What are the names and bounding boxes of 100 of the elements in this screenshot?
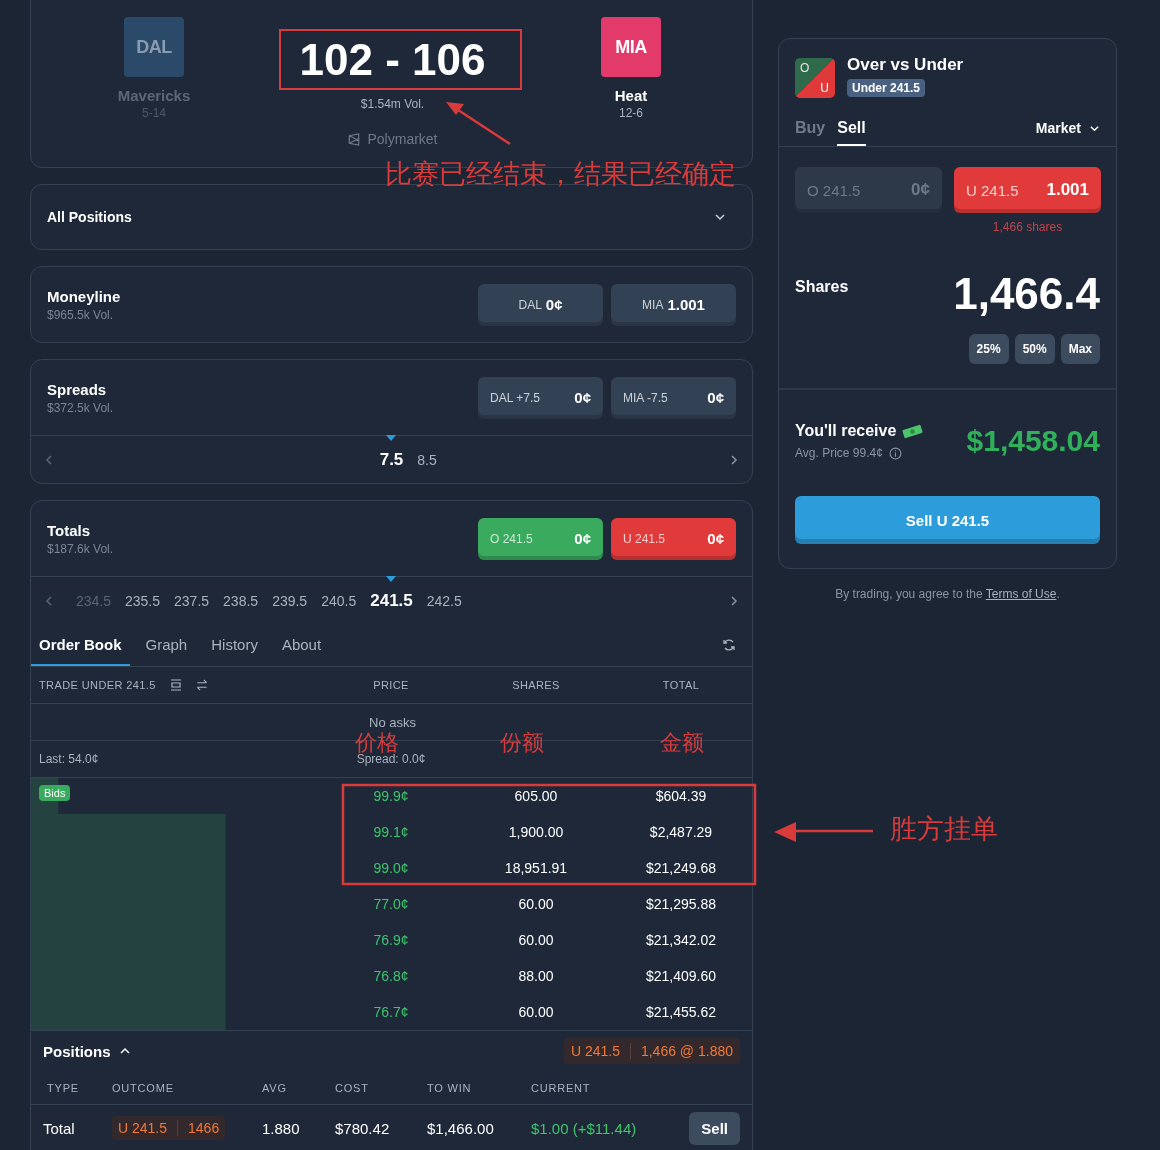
line-option[interactable]: 241.5 — [370, 590, 413, 610]
column-header: TOTAL — [661, 679, 701, 691]
total-cell-text: $604.39 — [654, 787, 708, 806]
tab[interactable]: Order Book — [31, 624, 130, 666]
price-cell-text: 99.9¢ — [372, 787, 410, 806]
team-record: 12-6 — [619, 106, 643, 120]
previous-icon — [43, 594, 55, 607]
column-header: SHARES — [511, 679, 561, 691]
annotation-text: 金额 — [660, 732, 704, 754]
volume-text: $187.6k Vol. — [47, 541, 114, 556]
cash-icon — [902, 423, 924, 439]
outcome-button[interactable]: U 241.5 1.001 — [954, 167, 1101, 213]
swap-icon[interactable] — [195, 679, 208, 691]
shares-cell-text: 60.00 — [517, 931, 555, 950]
quick-amount-button[interactable]: 50% — [1014, 334, 1055, 364]
total-cell-text: $21,409.60 — [644, 967, 718, 986]
column-header: TYPE — [46, 1081, 80, 1094]
order-type-dropdown[interactable]: Market — [1035, 120, 1100, 146]
line-option[interactable]: 235.5 — [125, 592, 161, 609]
tab[interactable]: Graph — [137, 624, 196, 666]
annotation-text: 价格 — [355, 732, 399, 754]
sell-button[interactable]: Sell — [689, 1111, 740, 1145]
column-header: CURRENT — [531, 1081, 592, 1094]
volume-text: $1.54m Vol. — [360, 97, 425, 111]
column-header: OUTCOME — [112, 1081, 175, 1094]
dropdown-label: All Positions — [47, 209, 132, 225]
line-option[interactable]: 238.5 — [223, 592, 259, 609]
price-cell-text: 76.9¢ — [372, 931, 410, 950]
total-cell-text: $2,487.29 — [648, 823, 714, 842]
price-cell-text: 76.8¢ — [372, 967, 410, 986]
price-cell-text: 77.0¢ — [372, 895, 410, 914]
column-header: PRICE — [372, 679, 410, 691]
quick-amount-button[interactable]: 25% — [968, 334, 1009, 364]
shares-cell-text: 88.00 — [517, 967, 555, 986]
score-text: 102 - 106 — [299, 37, 486, 82]
team-logo: DAL — [124, 17, 184, 77]
receive-label: You'll receive — [795, 422, 897, 440]
table-cell-text: 1.880 — [262, 1119, 301, 1137]
source-label: Polymarket — [367, 131, 438, 147]
outcome-tag: U 241.5 1466 — [112, 1116, 226, 1140]
arrow — [444, 100, 513, 147]
line-option[interactable]: 239.5 — [272, 592, 308, 609]
outcome-button[interactable]: MIA -7.5 0¢ — [611, 376, 736, 419]
price-cell-text: 76.7¢ — [372, 1003, 410, 1022]
tab[interactable]: History — [203, 624, 266, 666]
column-header: COST — [335, 1081, 370, 1094]
line-option[interactable]: 242.5 — [426, 592, 462, 609]
outcome-button[interactable]: DAL +7.5 0¢ — [478, 376, 603, 419]
market-title: Moneyline — [47, 287, 121, 305]
outcome-button[interactable]: MIA 1.001 — [611, 283, 736, 326]
team-logo: MIA — [601, 17, 661, 77]
side-tab[interactable]: Sell — [837, 119, 866, 146]
bids-badge: Bids — [39, 785, 71, 801]
line-option[interactable]: 7.5 — [379, 449, 404, 469]
total-cell-text: $21,342.02 — [644, 931, 718, 950]
total-cell-text: $21,295.88 — [644, 895, 718, 914]
shares-label: Shares — [795, 278, 849, 296]
empty-message: No asks — [369, 714, 416, 730]
info-icon — [888, 446, 902, 460]
quick-amount-button[interactable]: Max — [1060, 334, 1100, 364]
team-name: Heat — [614, 87, 648, 104]
annotation-text: 份额 — [500, 732, 544, 754]
outcome-badge: Under 241.5 — [847, 79, 926, 97]
market-title: Over vs Under — [847, 55, 964, 75]
shares-cell-text: 605.00 — [513, 787, 559, 806]
total-cell-text: $21,455.62 — [644, 1003, 718, 1022]
center-icon[interactable] — [169, 679, 182, 691]
avg-price: Avg. Price 99.4¢ — [795, 446, 883, 460]
column-header: AVG — [262, 1081, 288, 1094]
held-shares: 1,466 shares — [992, 220, 1063, 234]
column-header: TO WIN — [427, 1081, 473, 1094]
table-cell-text: $780.42 — [335, 1119, 391, 1137]
shares-cell-text: 18,951.91 — [503, 859, 569, 878]
line-option[interactable]: 8.5 — [417, 451, 437, 468]
price-cell-text: 99.1¢ — [372, 823, 410, 842]
pointer-icon — [386, 434, 397, 441]
market-title: Spreads — [47, 380, 108, 398]
refresh-icon[interactable] — [722, 638, 736, 652]
price-cell-text: 99.0¢ — [372, 859, 410, 878]
shares-value: 1,466.4 — [953, 270, 1100, 318]
market-title: Totals — [47, 521, 92, 539]
receive-amount: $1,458.04 — [966, 424, 1100, 458]
line-option[interactable]: 240.5 — [321, 592, 357, 609]
position-summary: U 241.5 1,466 @ 1.880 — [563, 1038, 740, 1064]
shares-cell-text: 60.00 — [517, 895, 555, 914]
line-option[interactable]: 237.5 — [174, 592, 210, 609]
tab[interactable]: About — [273, 624, 330, 666]
table-cell-text: Total — [43, 1119, 76, 1137]
chevron-icon — [714, 211, 726, 223]
total-cell-text: $21,249.68 — [644, 859, 718, 878]
pointer-icon — [386, 575, 397, 582]
last-price: Last: 54.0¢ — [38, 752, 100, 766]
volume-text: $372.5k Vol. — [47, 400, 114, 415]
outcome-button[interactable]: DAL 0¢ — [478, 283, 603, 326]
positions-toggle[interactable]: Positions — [43, 1042, 131, 1060]
shares-cell-text: 60.00 — [517, 1003, 555, 1022]
outcome-button[interactable]: U 241.5 0¢ — [611, 517, 736, 560]
next-icon — [728, 594, 740, 607]
volume-text: $965.5k Vol. — [47, 307, 115, 322]
over-under-icon: O U — [795, 58, 835, 98]
